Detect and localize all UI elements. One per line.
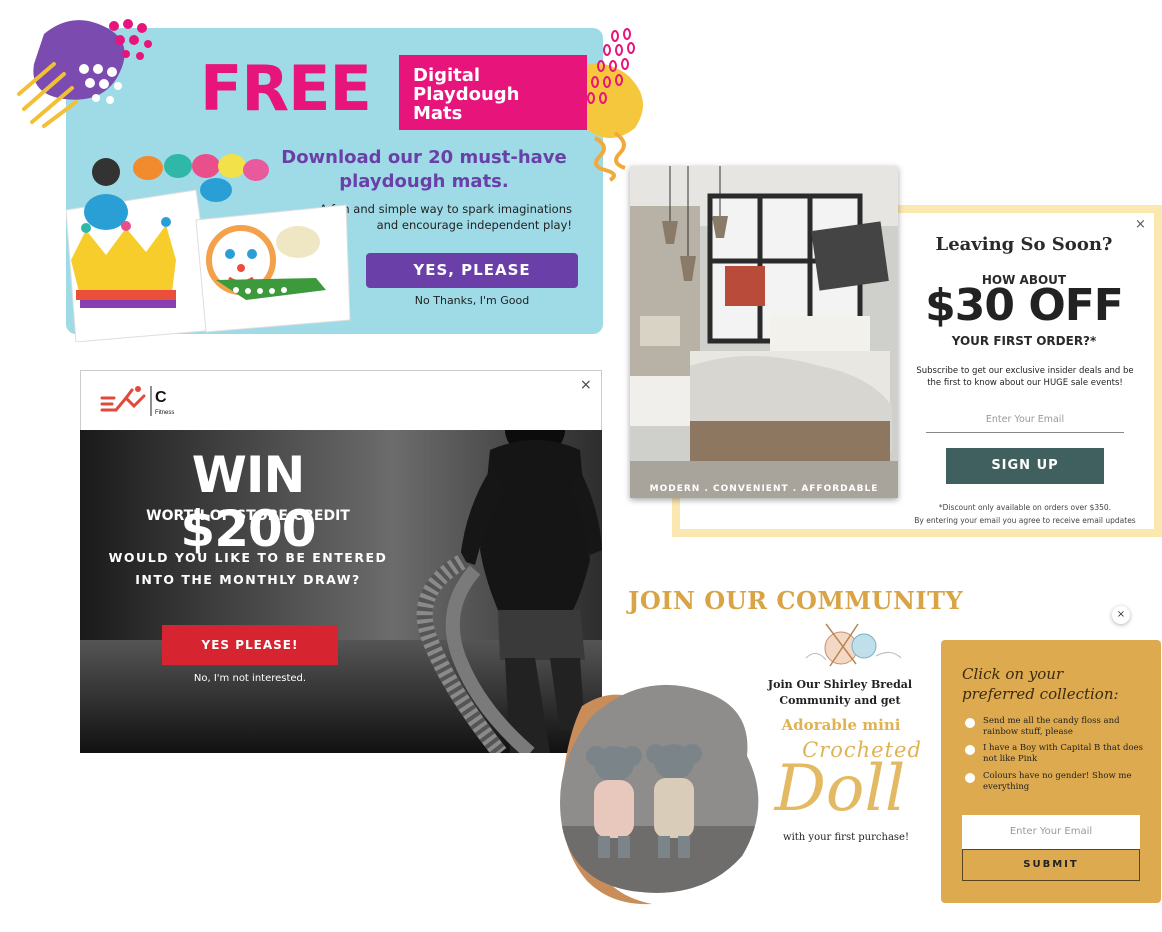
close-icon[interactable]: × (1135, 217, 1146, 232)
radio-button[interactable] (965, 745, 975, 755)
collection-option-label: I have a Boy with Capital B that does no… (983, 743, 1143, 764)
store-credit-text: WORTH OF STORE CREDIT (146, 508, 350, 524)
sign-up-button[interactable]: SIGN UP (946, 448, 1104, 484)
adorable-mini-text: Adorable mini (781, 716, 901, 734)
collection-option-label: Send me all the candy floss and rainbow … (983, 716, 1120, 737)
yes-please-button[interactable]: YES PLEASE! (162, 625, 338, 665)
discount-disclaimer: *Discount only available on orders over … (938, 503, 1112, 512)
submit-button[interactable]: SUBMIT (962, 849, 1140, 881)
leaving-heading: Leaving So Soon? (935, 234, 1113, 255)
close-icon[interactable]: × (1112, 606, 1130, 624)
no-thanks-link[interactable]: No Thanks, I'm Good (366, 294, 578, 307)
email-consent-note: By entering your email you agree to rece… (914, 516, 1136, 525)
collection-heading-line: preferred collection: (962, 685, 1119, 703)
digital-playdough-mats-tag: Digital Playdough Mats (399, 55, 587, 130)
logo-letter: C (155, 389, 167, 406)
email-input[interactable]: Enter Your Email (926, 414, 1124, 433)
logo-subtext: Fitness (155, 410, 174, 416)
collection-option-label: Colours have no gender! Show me everythi… (983, 771, 1132, 792)
tag-line: Digital (413, 65, 481, 86)
radio-button[interactable] (965, 718, 975, 728)
bedroom-photo (630, 166, 898, 498)
fitness-logo: C Fitness (100, 386, 174, 416)
win-heading: WIN $200 (180, 446, 316, 558)
draw-question-line: INTO THE MONTHLY DRAW? (135, 572, 361, 587)
collection-option[interactable]: Send me all the candy floss and rainbow … (965, 716, 1145, 738)
join-text-line: Join Our Shirley Bredal (767, 678, 913, 691)
free-heading: FREE (200, 52, 372, 125)
playdough-mats-image (66, 154, 351, 342)
radio-button[interactable] (965, 773, 975, 783)
doll-script-text: Doll (774, 752, 906, 826)
crocheted-script-text: Crocheted (802, 738, 922, 762)
first-order-text: YOUR FIRST ORDER?* (951, 334, 1097, 348)
collection-option[interactable]: Colours have no gender! Show me everythi… (965, 771, 1145, 793)
collection-heading: Click on your preferred collection: (962, 664, 1152, 704)
tag-line: Mats (413, 103, 463, 124)
discount-amount: $30 OFF (925, 280, 1124, 331)
confetti-decoration-left (17, 19, 152, 128)
collection-heading-line: Click on your (962, 665, 1064, 683)
yes-please-button[interactable]: YES, PLEASE (366, 253, 578, 288)
subscribe-description: Subscribe to get our exclusive insider d… (916, 366, 1134, 388)
community-title: JOIN OUR COMMUNITY (628, 586, 964, 615)
collection-option[interactable]: I have a Boy with Capital B that does no… (965, 743, 1145, 765)
yarn-ball-icon (805, 623, 902, 667)
close-icon[interactable]: × (580, 377, 592, 393)
bedroom-caption: MODERN . CONVENIENT . AFFORDABLE (649, 484, 879, 494)
draw-question-line: WOULD YOU LIKE TO BE ENTERED (108, 550, 388, 565)
not-interested-link[interactable]: No, I'm not interested. (162, 673, 338, 684)
tag-line: Playdough (413, 84, 520, 105)
join-text-line: Community and get (779, 694, 901, 707)
email-input[interactable]: Enter Your Email (962, 815, 1140, 849)
crochet-dolls-photo (560, 684, 759, 905)
first-purchase-text: with your first purchase! (783, 832, 909, 843)
